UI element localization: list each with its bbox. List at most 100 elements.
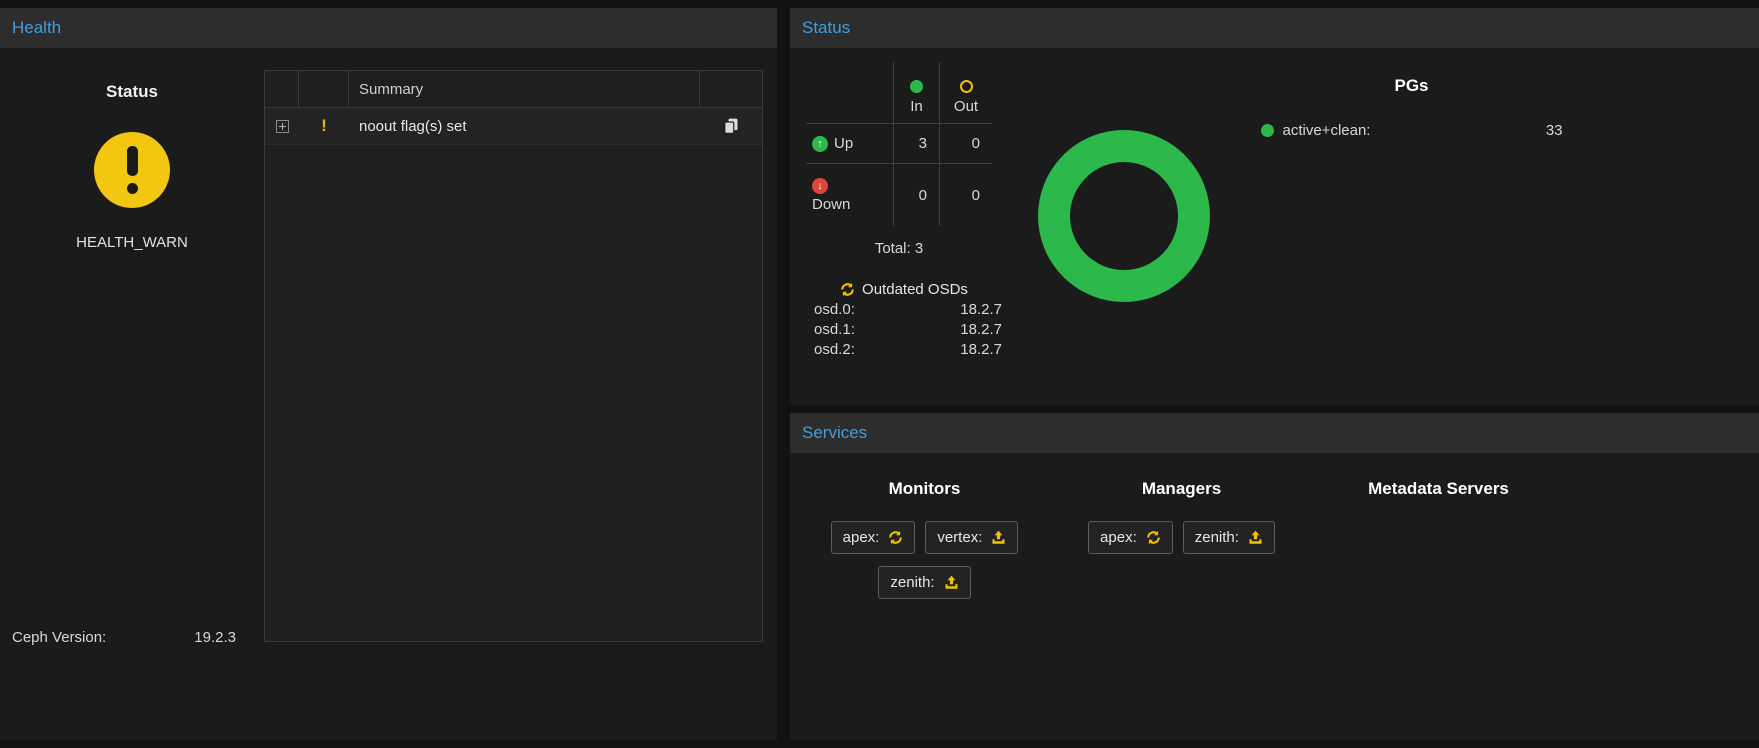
refresh-icon [840, 282, 855, 297]
osd-name: osd.1: [814, 321, 855, 338]
osd-up-row-label: Up [806, 124, 894, 164]
monitors-title: Monitors [889, 479, 961, 499]
ceph-version-row: Ceph Version: 19.2.3 [0, 629, 264, 740]
pgs-legend-value: 33 [1546, 122, 1563, 139]
osd-total-label: Total: [875, 240, 911, 257]
manager-badge-apex[interactable]: apex: [1088, 521, 1173, 554]
summary-table-header-row: Summary [265, 71, 762, 108]
metadata-servers-column: Metadata Servers [1310, 479, 1567, 521]
managers-title: Managers [1142, 479, 1221, 499]
monitors-badges: apex: vertex: zenith: [804, 521, 1046, 599]
upload-icon [944, 575, 959, 590]
summary-column-header[interactable]: Summary [349, 71, 700, 107]
monitor-badge-label: apex: [843, 529, 880, 546]
pgs-column: PGs active+clean: 33 [1210, 62, 1743, 405]
health-panel-body: Status HEALTH_WARN Ceph Version: 19.2.3 … [0, 48, 777, 740]
outdated-osds-label: Outdated OSDs [862, 281, 968, 298]
refresh-icon [1146, 530, 1161, 545]
expand-plus-icon[interactable] [276, 120, 289, 133]
summary-header-action-col [700, 71, 762, 107]
osd-version: 18.2.7 [960, 341, 1002, 358]
health-status-column: Status HEALTH_WARN Ceph Version: 19.2.3 [0, 48, 264, 740]
metadata-servers-title: Metadata Servers [1368, 479, 1509, 499]
in-label: In [910, 98, 923, 115]
circle-down-icon [812, 178, 828, 194]
legend-dot-icon [1261, 124, 1274, 137]
monitor-badge-apex[interactable]: apex: [831, 521, 916, 554]
osd-down-row-label: Down [806, 164, 894, 226]
manager-badge-label: apex: [1100, 529, 1137, 546]
status-panel-header[interactable]: Status [790, 8, 1759, 48]
outdated-osds-heading: Outdated OSDs [806, 281, 1002, 298]
osd-version: 18.2.7 [960, 301, 1002, 318]
osd-in-header: In [894, 62, 940, 124]
refresh-icon [888, 530, 903, 545]
osd-up-in-value: 3 [894, 124, 940, 164]
pgs-legend-label: active+clean: [1283, 122, 1546, 139]
osd-in-out-grid: In Out Up 3 0 [806, 62, 1016, 226]
osd-out-header: Out [940, 62, 992, 124]
ceph-version-label: Ceph Version: [12, 629, 106, 646]
osd-grid-corner-cell [806, 62, 894, 124]
outdated-osd-item: osd.0: 18.2.7 [806, 301, 1002, 318]
services-panel: Services Monitors apex: vertex: [790, 413, 1759, 740]
warning-exclamation-dot [127, 183, 138, 194]
monitors-column: Monitors apex: vertex: zenith: [796, 479, 1053, 599]
warning-exclamation-bar [127, 146, 138, 176]
status-panel: Status In Out [790, 8, 1759, 405]
ceph-version-value: 19.2.3 [194, 629, 236, 646]
pgs-title: PGs [1210, 76, 1613, 96]
osd-name: osd.2: [814, 341, 855, 358]
services-panel-header[interactable]: Services [790, 413, 1759, 453]
down-label: Down [812, 196, 850, 213]
managers-badges: apex: zenith: [1088, 521, 1275, 554]
monitor-badge-label: zenith: [890, 574, 934, 591]
summary-header-expand-col [265, 71, 299, 107]
monitor-badge-label: vertex: [937, 529, 982, 546]
osd-down-out-value: 0 [940, 164, 992, 226]
health-panel-title: Health [12, 18, 61, 38]
manager-badge-zenith[interactable]: zenith: [1183, 521, 1275, 554]
row-expand-cell[interactable] [265, 108, 299, 144]
summary-table-row[interactable]: noout flag(s) set [265, 108, 762, 145]
osd-down-in-value: 0 [894, 164, 940, 226]
outdated-osds-block: Outdated OSDs osd.0: 18.2.7 osd.1: 18.2.… [806, 281, 1002, 358]
pgs-donut-chart [1038, 130, 1210, 405]
right-column: Status In Out [790, 8, 1759, 740]
health-status-heading: Status [0, 82, 264, 102]
summary-header-severity-col [299, 71, 349, 107]
green-dot-icon [910, 80, 923, 93]
health-summary-table: Summary noout flag(s) set [264, 70, 763, 642]
health-panel: Health Status HEALTH_WARN Ceph Version: … [0, 8, 777, 740]
upload-icon [1248, 530, 1263, 545]
health-panel-header[interactable]: Health [0, 8, 777, 48]
out-label: Out [954, 98, 978, 115]
monitor-badge-vertex[interactable]: vertex: [925, 521, 1018, 554]
manager-badge-label: zenith: [1195, 529, 1239, 546]
circle-up-icon [812, 136, 828, 152]
yellow-ring-icon [960, 80, 973, 93]
osd-name: osd.0: [814, 301, 855, 318]
monitor-badge-zenith[interactable]: zenith: [878, 566, 970, 599]
outdated-osd-item: osd.2: 18.2.7 [806, 341, 1002, 358]
managers-column: Managers apex: zenith: [1053, 479, 1310, 554]
summary-row-text: noout flag(s) set [349, 108, 700, 144]
osd-up-out-value: 0 [940, 124, 992, 164]
services-panel-title: Services [802, 423, 867, 443]
services-panel-body: Monitors apex: vertex: zenith: [790, 453, 1759, 740]
osd-total-row: Total: 3 [806, 240, 992, 257]
osd-status-column: In Out Up 3 0 [806, 62, 1016, 405]
warning-icon [321, 116, 327, 136]
warning-circle-icon [94, 132, 170, 208]
health-status-value: HEALTH_WARN [0, 234, 264, 251]
row-action-cell[interactable] [700, 108, 762, 144]
summary-table-empty-area [265, 145, 762, 641]
pgs-donut-ring [1054, 146, 1194, 286]
osd-total-value: 3 [915, 240, 923, 257]
ceph-dashboard: Health Status HEALTH_WARN Ceph Version: … [0, 0, 1759, 740]
status-panel-body: In Out Up 3 0 [790, 48, 1759, 405]
copy-icon[interactable] [724, 118, 739, 135]
osd-version: 18.2.7 [960, 321, 1002, 338]
upload-icon [991, 530, 1006, 545]
outdated-osd-item: osd.1: 18.2.7 [806, 321, 1002, 338]
